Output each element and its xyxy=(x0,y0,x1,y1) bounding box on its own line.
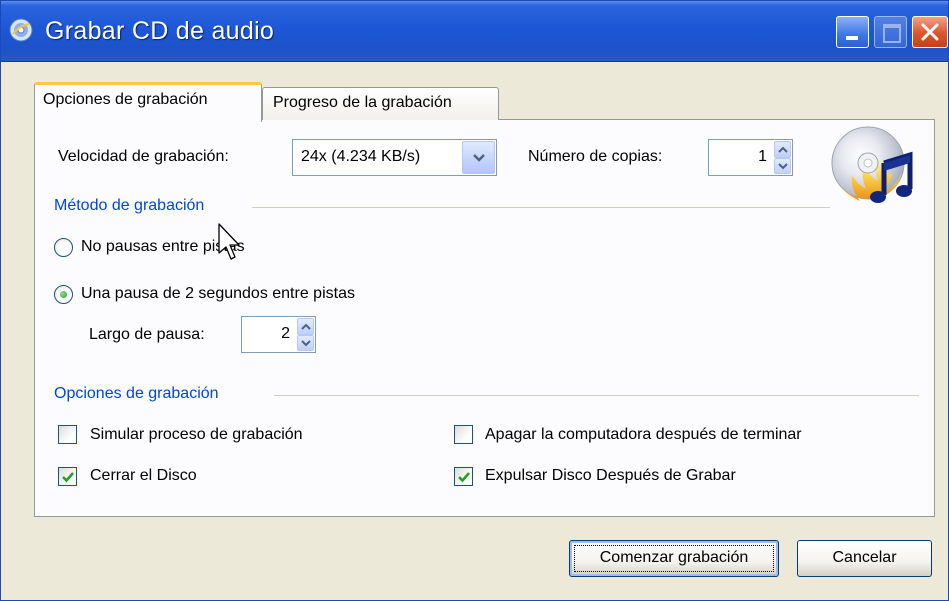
tab-panel xyxy=(34,119,935,517)
close-button[interactable] xyxy=(912,16,948,48)
speed-dropdown-button[interactable] xyxy=(462,141,495,174)
chevron-up-icon xyxy=(301,323,311,330)
pause-length-stepper[interactable]: 2 xyxy=(241,316,316,353)
checkmark-icon xyxy=(458,472,470,483)
cancel-button[interactable]: Cancelar xyxy=(797,540,932,577)
title-bar[interactable]: Grabar CD de audio xyxy=(1,1,948,62)
method-group-title: Método de grabación xyxy=(54,197,205,214)
focus-rect xyxy=(574,545,774,572)
pause-length-label: Largo de pausa: xyxy=(89,326,205,343)
close-disc-checkbox[interactable] xyxy=(58,467,77,486)
eject-disc-checkbox[interactable] xyxy=(454,467,473,486)
minimize-button[interactable] xyxy=(836,16,869,48)
pause-2s-radio[interactable] xyxy=(54,285,73,304)
tab-recording-progress[interactable]: Progreso de la grabación xyxy=(262,87,499,120)
pause-increment-button[interactable] xyxy=(297,318,314,335)
simulate-checkbox[interactable] xyxy=(58,425,77,444)
pause-2s-label[interactable]: Una pausa de 2 segundos entre pistas xyxy=(81,285,355,303)
speed-value: 24x (4.234 KB/s) xyxy=(301,148,421,165)
chevron-down-icon xyxy=(778,163,788,170)
checkmark-icon xyxy=(62,472,74,483)
eject-disc-label[interactable]: Expulsar Disco Después de Grabar xyxy=(485,467,736,485)
tab-label: Opciones de grabación xyxy=(43,91,208,108)
close-disc-label[interactable]: Cerrar el Disco xyxy=(90,467,197,485)
audio-cd-icon xyxy=(831,126,913,203)
group-divider xyxy=(274,395,919,396)
maximize-button[interactable] xyxy=(874,16,907,48)
shutdown-checkbox[interactable] xyxy=(454,425,473,444)
chevron-up-icon xyxy=(778,146,788,153)
tab-recording-options[interactable]: Opciones de grabación xyxy=(34,82,262,122)
tab-label: Progreso de la grabación xyxy=(273,94,452,111)
speed-select[interactable]: 24x (4.234 KB/s) xyxy=(292,139,497,176)
copies-stepper[interactable]: 1 xyxy=(708,139,793,176)
pause-length-value: 2 xyxy=(281,325,290,342)
simulate-label[interactable]: Simular proceso de grabación xyxy=(90,426,303,444)
speed-label: Velocidad de grabación: xyxy=(58,148,229,165)
burn-audio-cd-dialog: Grabar CD de audio Opciones de grabación… xyxy=(0,0,949,601)
mouse-cursor-icon xyxy=(218,223,240,260)
shutdown-label[interactable]: Apagar la computadora después de termina… xyxy=(485,426,802,444)
no-pause-radio[interactable] xyxy=(54,238,73,257)
copies-decrement-button[interactable] xyxy=(774,158,791,174)
options-group-title: Opciones de grabación xyxy=(54,385,219,402)
chevron-down-icon xyxy=(301,340,311,347)
copies-increment-button[interactable] xyxy=(774,141,791,158)
cancel-label: Cancelar xyxy=(832,549,897,566)
chevron-down-icon xyxy=(473,154,485,162)
group-divider xyxy=(252,207,830,208)
close-icon xyxy=(921,23,939,41)
pause-decrement-button[interactable] xyxy=(297,335,314,351)
start-recording-button[interactable]: Comenzar grabación xyxy=(569,540,779,577)
copies-label: Número de copias: xyxy=(528,148,663,165)
window-title: Grabar CD de audio xyxy=(45,17,275,45)
copies-value: 1 xyxy=(758,148,767,165)
disc-burn-icon xyxy=(9,18,33,42)
